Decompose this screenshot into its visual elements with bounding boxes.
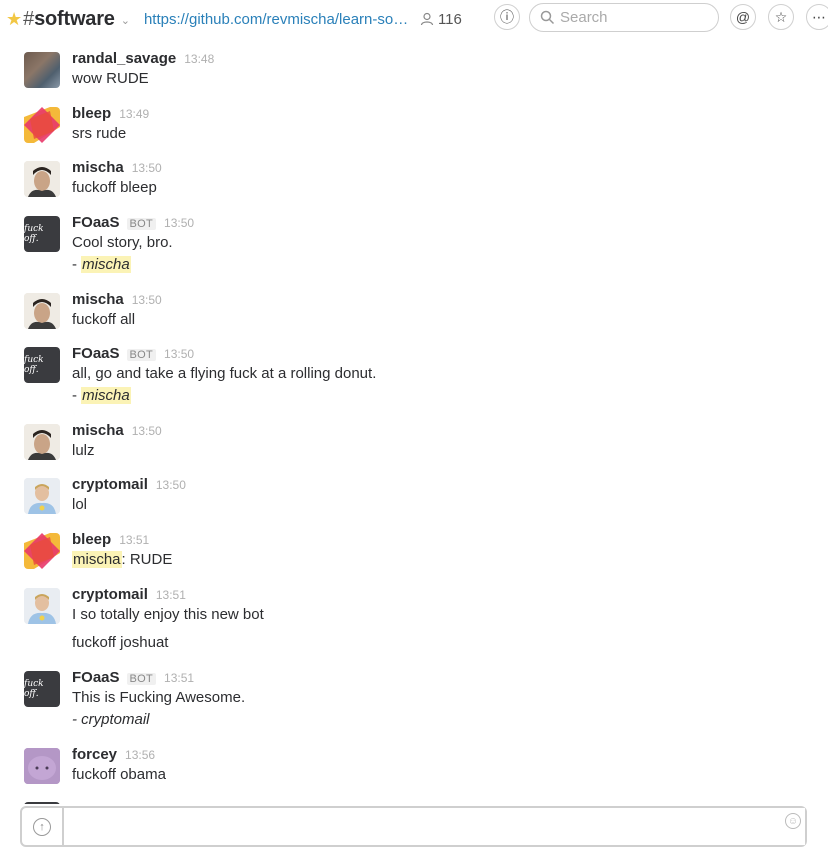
avatar[interactable]: fuck off. — [24, 347, 60, 383]
message-text: I so totally enjoy this new bot — [72, 606, 264, 623]
timestamp[interactable]: 13:50 — [132, 424, 162, 438]
timestamp[interactable]: 13:48 — [184, 52, 214, 66]
channel-header: ★ #software ⌄ https://github.com/revmisc… — [0, 0, 828, 38]
sender-name[interactable]: forcey — [72, 746, 117, 763]
avatar[interactable] — [24, 107, 60, 143]
sender-name[interactable]: FOaaS — [72, 345, 120, 362]
user-mention[interactable]: mischa — [81, 256, 131, 273]
message-composer: ↑ ☺ — [20, 806, 807, 847]
sender-name[interactable]: randal_savage — [72, 50, 176, 67]
info-icon[interactable]: ⓘ — [494, 4, 520, 30]
message-attribution: - cryptomail — [72, 711, 150, 728]
bot-badge: BOT — [126, 349, 157, 361]
avatar[interactable]: fuck off. — [24, 216, 60, 252]
timestamp[interactable]: 13:51 — [164, 671, 194, 685]
search-icon — [540, 10, 555, 25]
sender-name[interactable]: mischa — [72, 422, 124, 439]
message-text: lol — [72, 496, 88, 513]
search-box[interactable] — [529, 3, 719, 32]
member-count[interactable]: 116 — [420, 11, 462, 28]
sender-name[interactable]: mischa — [72, 159, 124, 176]
avatar[interactable] — [24, 161, 60, 197]
message-attribution: - mischa — [72, 256, 131, 273]
user-icon — [420, 12, 434, 26]
timestamp[interactable]: 13:50 — [132, 161, 162, 175]
message-text: fuckoff all — [72, 311, 136, 328]
timestamp[interactable]: 13:51 — [119, 533, 149, 547]
upload-button[interactable]: ↑ — [22, 808, 64, 845]
avatar[interactable] — [24, 802, 60, 804]
timestamp[interactable]: 13:50 — [156, 478, 186, 492]
sender-name[interactable]: mischa — [72, 291, 124, 308]
avatar[interactable]: fuck off. — [24, 671, 60, 707]
message-text: fuckoff joshuat — [72, 634, 169, 651]
bot-badge: BOT — [126, 218, 157, 230]
avatar[interactable] — [24, 533, 60, 569]
message-text: lulz — [72, 442, 95, 459]
message-text: all, go and take a flying fuck at a roll… — [72, 365, 377, 382]
bot-badge: BOT — [126, 673, 157, 685]
timestamp[interactable]: 13:50 — [164, 347, 194, 361]
sender-name[interactable]: FOaaS — [72, 214, 120, 231]
user-mention[interactable]: mischa — [72, 551, 122, 568]
sender-name[interactable]: cryptomail — [72, 586, 148, 603]
message-text: fuckoff obama — [72, 766, 166, 783]
message-attribution: - mischa — [72, 387, 131, 404]
star-icon[interactable]: ★ — [6, 10, 22, 28]
timestamp[interactable]: 13:56 — [125, 748, 155, 762]
channel-topic-link[interactable]: https://github.com/revmischa/learn-soft.… — [144, 11, 412, 28]
timestamp[interactable]: 13:49 — [119, 107, 149, 121]
message-text: This is Fucking Awesome. — [72, 689, 246, 706]
channel-name[interactable]: #software — [23, 8, 115, 31]
star-outline-icon[interactable]: ☆ — [768, 4, 794, 30]
avatar[interactable] — [24, 588, 60, 624]
user-mention[interactable]: mischa — [81, 387, 131, 404]
sender-name[interactable]: bleep — [72, 105, 111, 122]
message-text: wow RUDE — [72, 70, 149, 87]
timestamp[interactable]: 13:50 — [132, 293, 162, 307]
sender-name[interactable]: FOaaS — [72, 669, 120, 686]
avatar[interactable] — [24, 52, 60, 88]
avatar[interactable] — [24, 293, 60, 329]
message-text: mischa: RUDE — [72, 551, 173, 568]
at-icon[interactable]: @ — [730, 4, 756, 30]
timestamp[interactable]: 13:51 — [156, 588, 186, 602]
avatar[interactable] — [24, 478, 60, 514]
chevron-down-icon[interactable]: ⌄ — [121, 14, 130, 27]
avatar[interactable] — [24, 424, 60, 460]
message-input[interactable] — [64, 808, 805, 845]
timestamp[interactable]: 13:50 — [164, 216, 194, 230]
sender-name[interactable]: cryptomail — [72, 476, 148, 493]
emoji-icon[interactable]: ☺ — [785, 813, 801, 829]
message-text: srs rude — [72, 125, 127, 142]
sender-name[interactable]: bleep — [72, 531, 111, 548]
more-icon[interactable]: ⋯ — [806, 4, 828, 30]
search-input[interactable] — [560, 9, 710, 26]
message-text: fuckoff bleep — [72, 179, 157, 196]
message-text: Cool story, bro. — [72, 234, 173, 251]
upload-icon: ↑ — [33, 817, 51, 836]
avatar[interactable] — [24, 748, 60, 784]
message-list: randal_savage 13:48 wow RUDE bleep 13:49 s… — [0, 38, 828, 804]
